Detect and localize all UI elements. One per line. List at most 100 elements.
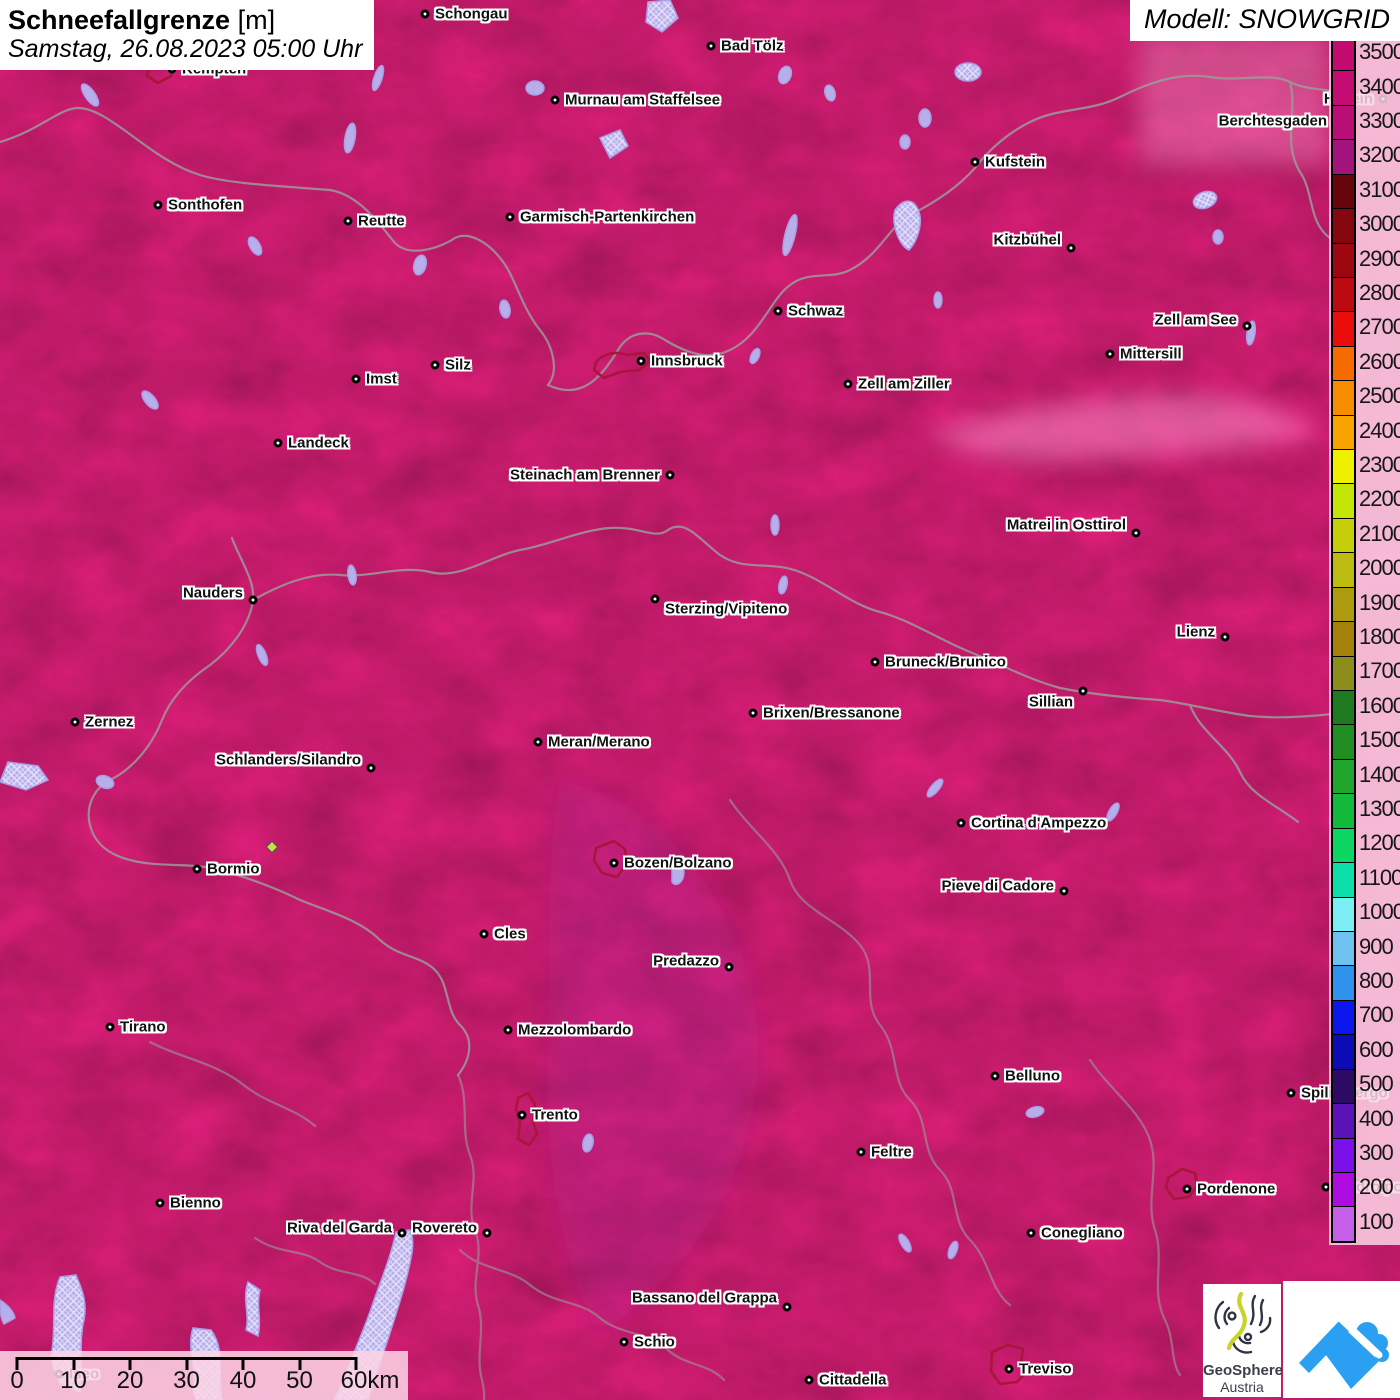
city-label: Conegliano	[1041, 1224, 1123, 1242]
city-label: Belluno	[1005, 1067, 1060, 1085]
colorbar-value: 600	[1359, 1036, 1394, 1062]
city-dot	[1286, 1088, 1296, 1098]
colorbar-band	[1333, 243, 1354, 278]
colorbar-value: 2600	[1359, 348, 1400, 374]
colorbar-value: 1000	[1359, 899, 1400, 925]
city-dot	[619, 1337, 629, 1347]
city-dot	[479, 929, 489, 939]
city-dot	[153, 200, 163, 210]
city-dot	[1131, 528, 1141, 538]
city-label: Trento	[532, 1106, 578, 1124]
geosphere-logo-icon	[1214, 1291, 1272, 1354]
colorbar-value: 700	[1359, 1002, 1394, 1028]
city-label: Mezzolombardo	[518, 1021, 632, 1039]
city-label: Reutte	[358, 212, 405, 230]
colorbar-value: 1700	[1359, 658, 1400, 684]
geosphere-logo-subtext: Austria	[1220, 1379, 1264, 1395]
city-label: Sonthofen	[168, 196, 243, 214]
mountain-cloud-logo	[1283, 1281, 1400, 1398]
geosphere-logo: GeoSphere Austria	[1203, 1284, 1283, 1397]
city-dot	[856, 1147, 866, 1157]
weather-map: SchongauBad TölzKemptenMurnau am Staffel…	[0, 0, 1400, 1400]
city-label: Mittersill	[1120, 345, 1182, 363]
city-label: Nauders	[182, 584, 243, 602]
city-dot	[665, 470, 675, 480]
model-label: Modell: SNOWGRID	[1129, 0, 1400, 41]
city-label: Schwaz	[788, 302, 844, 320]
city-label: Kufstein	[985, 153, 1045, 171]
colorbar-value: 1400	[1359, 761, 1400, 787]
city-dot	[748, 708, 758, 718]
city-dot	[804, 1375, 814, 1385]
city-label: Bozen/Bolzano	[624, 854, 732, 872]
city-label: Kitzbühel	[993, 231, 1062, 249]
city-dot	[650, 594, 660, 604]
colorbar-band	[1333, 312, 1354, 347]
colorbar-value: 1800	[1359, 624, 1400, 649]
city-dot	[155, 1198, 165, 1208]
colorbar-band	[1333, 931, 1354, 967]
city-label: Sillian	[1028, 693, 1073, 711]
colorbar-band	[1333, 346, 1354, 382]
city-dot	[956, 818, 966, 828]
colorbar-band	[1333, 1172, 1354, 1208]
colorbar-value: 3000	[1359, 211, 1400, 237]
city-dot	[505, 212, 515, 222]
city-label: Schio	[634, 1333, 675, 1351]
city-label: Cles	[494, 925, 526, 943]
city-dot	[970, 157, 980, 167]
scalebar-label: 50	[286, 1367, 313, 1394]
city-dot	[636, 356, 646, 366]
city-label: Bad Tölz	[721, 37, 784, 55]
city-dot	[870, 657, 880, 667]
city-dot	[1220, 632, 1230, 642]
colorbar-value: 100	[1359, 1208, 1394, 1234]
city-label: Brixen/Bressanone	[763, 704, 900, 722]
colorbar-value: 2700	[1359, 314, 1400, 340]
city-label: Bormio	[207, 860, 260, 878]
colorbar-strip	[1331, 35, 1356, 1243]
colorbar-value: 3100	[1359, 176, 1400, 202]
colorbar-band	[1333, 725, 1354, 760]
city-dot	[1078, 686, 1088, 696]
colorbar-value: 200	[1359, 1174, 1394, 1200]
colorbar-value: 1900	[1359, 589, 1400, 615]
colorbar-value: 2000	[1359, 555, 1400, 581]
colorbar-band	[1333, 37, 1354, 72]
city-dot	[1242, 321, 1252, 331]
city-label: Sterzing/Vipiteno	[665, 600, 788, 618]
city-dot	[517, 1110, 527, 1120]
city-label: Silz	[445, 356, 471, 374]
city-label: Riva del Garda	[286, 1219, 392, 1237]
city-dot	[843, 379, 853, 389]
colorbar-band	[1333, 1207, 1354, 1241]
colorbar-band	[1333, 277, 1354, 313]
city-dot	[420, 9, 430, 19]
city-label: Matrei in Osttirol	[1006, 516, 1126, 534]
colorbar-value: 2400	[1359, 417, 1400, 443]
city-label: Bienno	[170, 1194, 221, 1212]
city-dot	[1059, 886, 1069, 896]
mountain-cloud-logo-icon	[1299, 1315, 1389, 1389]
city-dot	[724, 962, 734, 972]
colorbar-band	[1333, 587, 1354, 623]
scalebar-label: 20	[116, 1367, 144, 1394]
city-label: Pieve di Cadore	[941, 877, 1054, 895]
city-label: Zernez	[85, 713, 134, 731]
colorbar-value: 900	[1359, 933, 1394, 959]
colorbar-band	[1333, 553, 1354, 588]
city-dot	[343, 216, 353, 226]
colorbar-band	[1333, 140, 1354, 175]
colorbar-band	[1333, 759, 1354, 795]
colorbar-band	[1333, 622, 1354, 657]
city-dot	[1004, 1364, 1014, 1374]
colorbar-value: 500	[1359, 1071, 1394, 1097]
city-label: Steinach am Brenner	[509, 466, 660, 484]
city-label: Cortina d'Ampezzo	[971, 814, 1107, 832]
city-dot	[482, 1228, 492, 1238]
colorbar-value: 1300	[1359, 796, 1400, 821]
city-label: Pordenone	[1197, 1180, 1276, 1198]
colorbar-band	[1333, 1035, 1354, 1070]
colorbar-band	[1333, 450, 1354, 485]
colorbar-band	[1333, 691, 1354, 726]
